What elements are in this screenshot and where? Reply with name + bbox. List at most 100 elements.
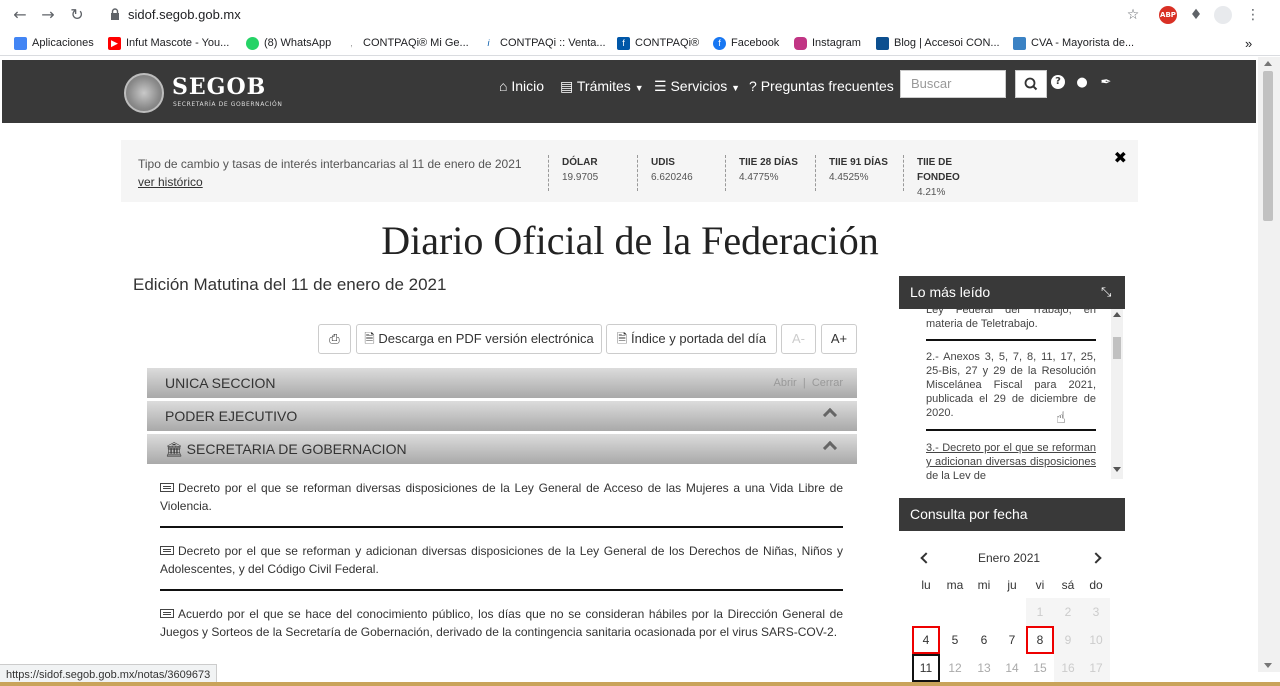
segob-seal-icon [124, 73, 164, 113]
abrir-link[interactable]: Abrir [774, 377, 797, 389]
calendar-day[interactable]: 8 [1026, 626, 1054, 654]
page-title: Diario Oficial de la Federación [381, 218, 879, 263]
scroll-up-icon[interactable] [1264, 61, 1272, 66]
rate-tiie-91: TIIE 91 DÍAS 4.4525% [815, 155, 888, 191]
lock-icon [111, 8, 119, 20]
page-icon: , [345, 36, 358, 50]
menu-kebab-icon[interactable]: ⋮ [1244, 6, 1262, 24]
page-viewport: SEGOB SECRETARÍA DE GOBERNACIÓN ⌂ Inicio… [0, 57, 1280, 686]
divider [926, 339, 1096, 341]
most-read-item[interactable]: Ley Federal del Trabajo, en materia de T… [926, 309, 1096, 331]
pdf-download-button[interactable]: 🗎 Descarga en PDF versión electrónica [356, 324, 602, 354]
site-header: SEGOB SECRETARÍA DE GOBERNACIÓN ⌂ Inicio… [2, 60, 1256, 123]
page-scrollbar[interactable] [1258, 57, 1280, 672]
home-icon: ⌂ [499, 78, 508, 94]
cva-icon [1013, 36, 1026, 50]
help-icon[interactable]: ? [1051, 75, 1065, 89]
section-unica[interactable]: UNICA SECCION Abrir | Cerrar [147, 368, 857, 398]
calendar-day[interactable]: 7 [998, 626, 1026, 654]
bookmarks-bar: Aplicaciones ▶ Infut Mascote - You... (8)… [0, 30, 1280, 56]
most-read-item[interactable]: 2.- Anexos 3, 5, 7, 8, 11, 17, 25, 25-Bi… [926, 350, 1096, 420]
nav-inicio[interactable]: ⌂ Inicio [499, 78, 544, 94]
calendar-day[interactable]: 6 [970, 626, 998, 654]
logo[interactable]: SEGOB [172, 74, 266, 100]
bookmark-blog[interactable]: Blog | Accesoi CON... [876, 35, 1000, 51]
font-smaller-button[interactable]: A- [781, 324, 816, 354]
nav-preguntas[interactable]: ? Preguntas frecuentes [749, 78, 894, 94]
scroll-down-icon[interactable] [1264, 663, 1272, 668]
calendar-day: 16 [1054, 654, 1082, 682]
bookmark-contpaqi[interactable]: f CONTPAQi® [617, 35, 699, 51]
apps-grid-icon [14, 36, 27, 50]
address-bar[interactable]: sidof.segob.gob.mx [100, 3, 1160, 27]
nav-servicios[interactable]: ☰ Servicios ▼ [654, 78, 740, 95]
bookmark-apps[interactable]: Aplicaciones [14, 35, 94, 51]
whatsapp-icon [246, 36, 259, 50]
calendar-day[interactable]: 5 [941, 626, 969, 654]
youtube-icon: ▶ [108, 36, 121, 50]
most-read-item[interactable]: 3.- Decreto por el que se reforman y adi… [926, 441, 1096, 479]
brush-icon[interactable]: ✒ [1098, 75, 1114, 91]
blog-icon [876, 36, 889, 50]
user-icon[interactable]: ● [1074, 75, 1090, 91]
chevron-right-icon[interactable] [1090, 552, 1102, 564]
caret-down-icon: ▼ [731, 83, 741, 93]
star-icon[interactable]: ☆ [1124, 6, 1142, 24]
nav-tramites[interactable]: ▤ Trámites ▼ [560, 78, 644, 95]
historico-link[interactable]: ver histórico [138, 175, 203, 189]
close-icon[interactable]: ✖ [1114, 148, 1127, 167]
bookmark-youtube[interactable]: ▶ Infut Mascote - You... [108, 35, 229, 51]
bookmark-contpaqi-venta[interactable]: i CONTPAQi :: Venta... [482, 35, 606, 51]
most-read-scrollbar[interactable] [1111, 309, 1123, 479]
car-icon: ▤ [560, 78, 574, 94]
chevron-up-icon [822, 407, 838, 423]
scroll-thumb[interactable] [1263, 71, 1273, 221]
profile-avatar[interactable] [1214, 6, 1232, 24]
cerrar-link[interactable]: Cerrar [812, 377, 843, 389]
section-poder-ejecutivo[interactable]: PODER EJECUTIVO [147, 401, 857, 431]
adblock-extension-icon[interactable]: ABP [1159, 6, 1177, 24]
index-button[interactable]: 🗎 Índice y portada del día [606, 324, 777, 354]
rates-description: Tipo de cambio y tasas de interés interb… [138, 157, 522, 189]
forward-icon[interactable]: → [38, 5, 58, 25]
chevron-left-icon[interactable] [920, 552, 932, 564]
divider [160, 589, 843, 591]
back-icon[interactable]: ← [10, 5, 30, 25]
calendar-day: 9 [1054, 626, 1082, 654]
calendar-day: 1 [1026, 598, 1054, 626]
logo-subtitle: SECRETARÍA DE GOBERNACIÓN [173, 101, 283, 108]
font-larger-button[interactable]: A+ [821, 324, 857, 354]
bookmark-instagram[interactable]: Instagram [794, 35, 861, 51]
chevron-up-icon [822, 440, 838, 456]
document-link[interactable]: Acuerdo por el que se hace del conocimie… [160, 605, 843, 641]
search-icon [1024, 77, 1038, 91]
building-icon: 🏛 [165, 441, 183, 457]
document-link[interactable]: Decreto por el que se reforman y adicion… [160, 542, 843, 578]
bookmark-facebook[interactable]: f Facebook [713, 35, 779, 51]
info-icon: i [482, 36, 495, 50]
search-input[interactable]: Buscar [900, 70, 1006, 98]
extensions-icon[interactable]: ♦ [1187, 6, 1205, 24]
bookmark-whatsapp[interactable]: (8) WhatsApp [246, 35, 331, 51]
calendar-header: Consulta por fecha [899, 498, 1125, 531]
expand-icon[interactable]: ⤡ [1101, 285, 1114, 298]
calendar-dow: ma [946, 578, 964, 592]
bookmark-contpaqi-mige[interactable]: , CONTPAQi® Mi Ge... [345, 35, 469, 51]
print-button[interactable]: ⎙ [318, 324, 351, 354]
document-link[interactable]: Decreto por el que se reforman diversas … [160, 479, 843, 515]
reload-icon[interactable]: ↻ [67, 5, 87, 25]
bookmark-cva[interactable]: CVA - Mayorista de... [1013, 35, 1134, 51]
section-controls: Abrir | Cerrar [773, 377, 844, 389]
more-bookmarks-icon[interactable]: » [1245, 35, 1252, 51]
hand-cursor-icon: ☝ [1056, 408, 1066, 427]
edition-date: Edición Matutina del 11 de enero de 2021 [133, 275, 447, 294]
calendar-dow: vi [1035, 578, 1045, 592]
calendar-day[interactable]: 4 [912, 626, 940, 654]
file-icon: 🗎 [616, 331, 628, 346]
question-icon: ? [749, 78, 757, 94]
section-gobernacion[interactable]: 🏛 SECRETARIA DE GOBERNACION [147, 434, 857, 464]
calendar-day-selected[interactable]: 11 [912, 654, 940, 682]
caret-down-icon: ▼ [634, 83, 644, 93]
calendar-dow: do [1089, 578, 1103, 592]
search-button[interactable] [1015, 70, 1047, 98]
